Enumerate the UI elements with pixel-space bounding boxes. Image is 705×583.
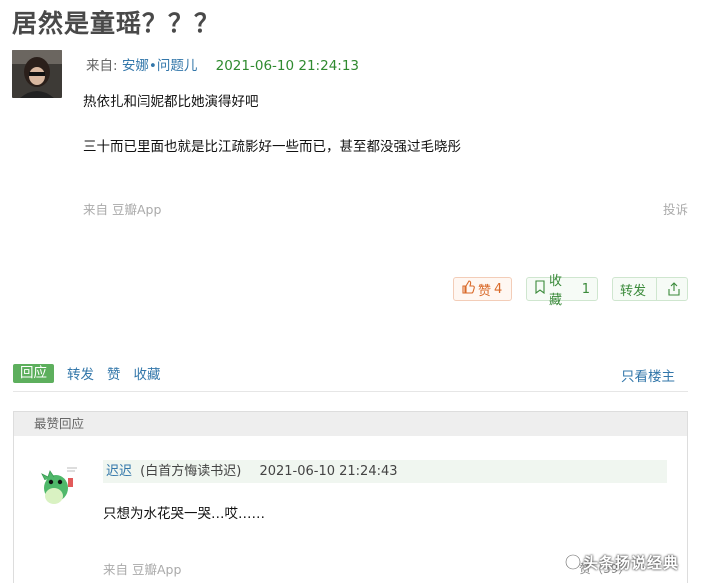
share-button[interactable]: 转发 <box>612 277 688 301</box>
author-avatar[interactable] <box>12 50 62 98</box>
author-link[interactable]: 安娜•问题儿 <box>122 58 197 74</box>
reply-time: 2021-06-10 21:24:43 <box>259 464 398 479</box>
tab-reshare[interactable]: 转发 <box>67 363 94 383</box>
from-label: 来自: <box>86 58 118 74</box>
report-link[interactable]: 投诉 <box>663 199 688 218</box>
post-content-line: 三十而已里面也就是比江疏影好一些而已，甚至都没强过毛晓彤 <box>83 139 461 155</box>
divider <box>13 391 688 392</box>
like-count: 4 <box>494 281 503 297</box>
only-op-link[interactable]: 只看楼主 <box>621 365 675 385</box>
share-icon[interactable] <box>660 282 687 296</box>
like-label: 赞 <box>478 283 492 299</box>
tab-collect[interactable]: 收藏 <box>134 363 161 383</box>
watermark-logo-icon <box>564 553 582 571</box>
tab-like[interactable]: 赞 <box>107 363 121 383</box>
collect-label: 收藏 <box>549 274 563 308</box>
reply-tabs: 回应 转发 赞 收藏 <box>13 363 161 383</box>
best-replies-header: 最赞回应 <box>14 412 687 436</box>
collect-button[interactable]: 收藏 1 <box>526 274 598 308</box>
collect-count: 1 <box>581 281 590 297</box>
bookmark-icon <box>534 280 546 298</box>
reply-source: 来自 豆瓣App <box>103 562 182 577</box>
post-meta: 来自: 安娜•问题儿 2021-06-10 21:24:13 <box>86 54 359 74</box>
like-button[interactable]: 赞 4 <box>453 277 512 301</box>
reply-signature: (白首方悔读书迟) <box>140 464 242 479</box>
share-label: 转发 <box>620 283 647 299</box>
reply-author-link[interactable]: 迟迟 <box>106 464 132 479</box>
post-content-line: 热依扎和闫妮都比她演得好吧 <box>83 94 259 110</box>
post-source: 来自 豆瓣App <box>83 202 162 217</box>
thumbs-up-icon <box>461 280 475 298</box>
tab-reply[interactable]: 回应 <box>13 363 54 383</box>
reply-meta: 迟迟 (白首方悔读书迟) 2021-06-10 21:24:43 <box>103 460 667 483</box>
page-title: 居然是童瑶？？？ <box>12 9 221 38</box>
post-time: 2021-06-10 21:24:13 <box>215 58 360 74</box>
reply-content: 只想为水花哭一哭…哎…… <box>103 506 265 522</box>
share-divider <box>656 278 658 300</box>
watermark-text: 头条扬说经典 <box>583 554 680 572</box>
reply-avatar[interactable] <box>36 460 80 508</box>
